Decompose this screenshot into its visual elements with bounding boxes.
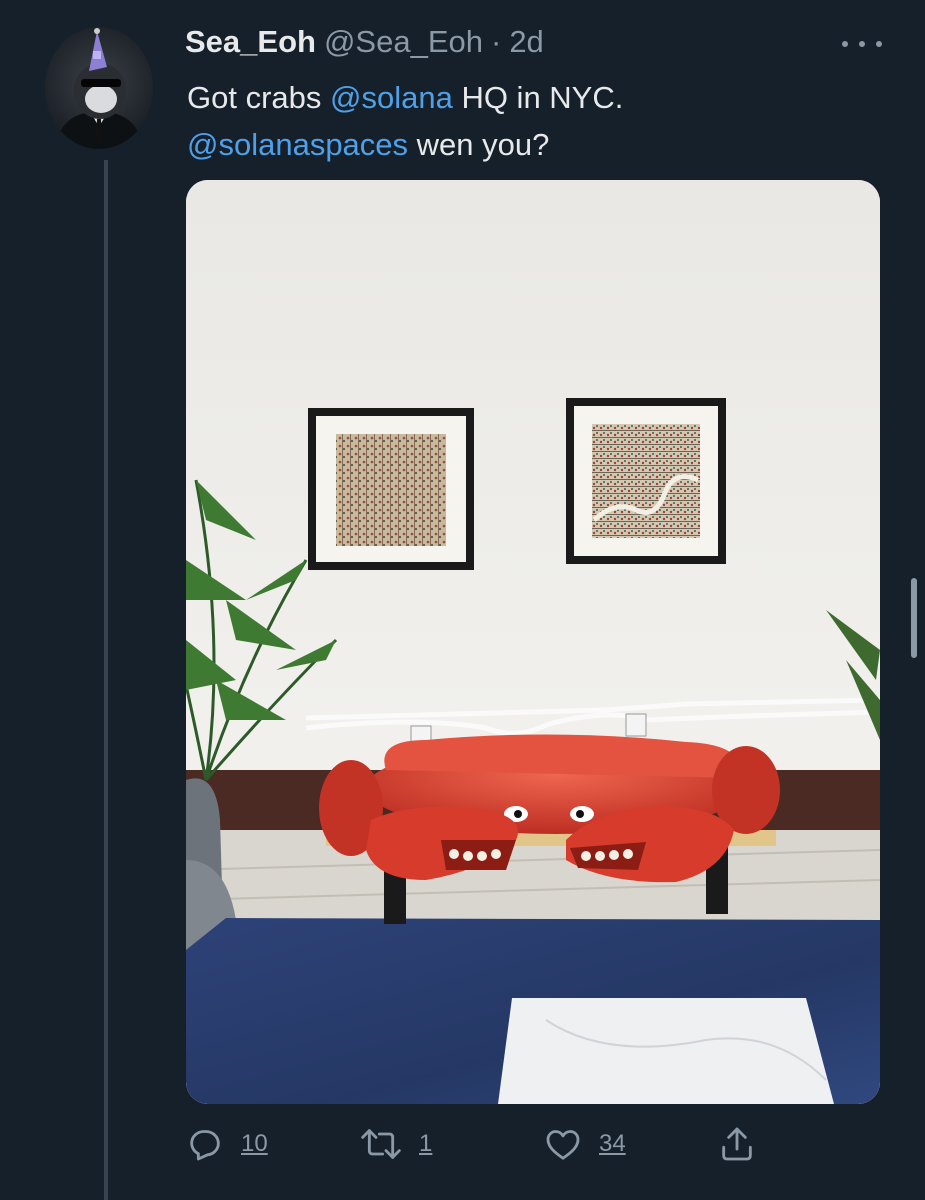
share-icon xyxy=(722,1127,752,1161)
tweet-text-part: HQ in NYC. xyxy=(452,80,624,115)
mention-link-solanaspaces[interactable]: @solanaspaces xyxy=(187,127,408,162)
tweet-view: Sea_Eoh @Sea_Eoh · 2d Got crabs @solana … xyxy=(0,0,925,1200)
tweet-actions: 10 1 34 xyxy=(185,1118,885,1170)
tweet-text: Got crabs @solana HQ in NYC. @solanaspac… xyxy=(187,74,877,168)
photo-crab-bench xyxy=(186,180,880,1104)
retweet-icon xyxy=(361,1129,401,1159)
thread-line xyxy=(104,160,108,1200)
reply-icon xyxy=(190,1130,220,1161)
timestamp[interactable]: 2d xyxy=(509,24,543,60)
retweet-button[interactable]: 1 xyxy=(359,1118,432,1170)
display-name[interactable]: Sea_Eoh xyxy=(185,24,316,60)
user-handle[interactable]: @Sea_Eoh xyxy=(324,24,483,60)
more-horizontal-icon[interactable] xyxy=(842,34,882,54)
avatar[interactable] xyxy=(45,27,153,149)
avatar-image xyxy=(55,28,143,149)
mention-link-solana[interactable]: @solana xyxy=(330,80,453,115)
tweet-text-part: wen you? xyxy=(408,127,550,162)
like-button[interactable]: 34 xyxy=(543,1118,626,1170)
like-count: 34 xyxy=(599,1130,626,1157)
scrollbar-thumb[interactable] xyxy=(911,578,917,658)
tweet-header: Sea_Eoh @Sea_Eoh · 2d xyxy=(185,24,544,64)
reply-count: 10 xyxy=(241,1130,268,1157)
reply-button[interactable]: 10 xyxy=(185,1118,268,1170)
separator-dot: · xyxy=(490,24,502,59)
heart-icon xyxy=(546,1130,580,1160)
tweet-text-part: Got crabs xyxy=(187,80,330,115)
share-button[interactable] xyxy=(717,1118,757,1170)
retweet-count: 1 xyxy=(419,1130,433,1157)
tweet-photo[interactable] xyxy=(186,180,880,1104)
